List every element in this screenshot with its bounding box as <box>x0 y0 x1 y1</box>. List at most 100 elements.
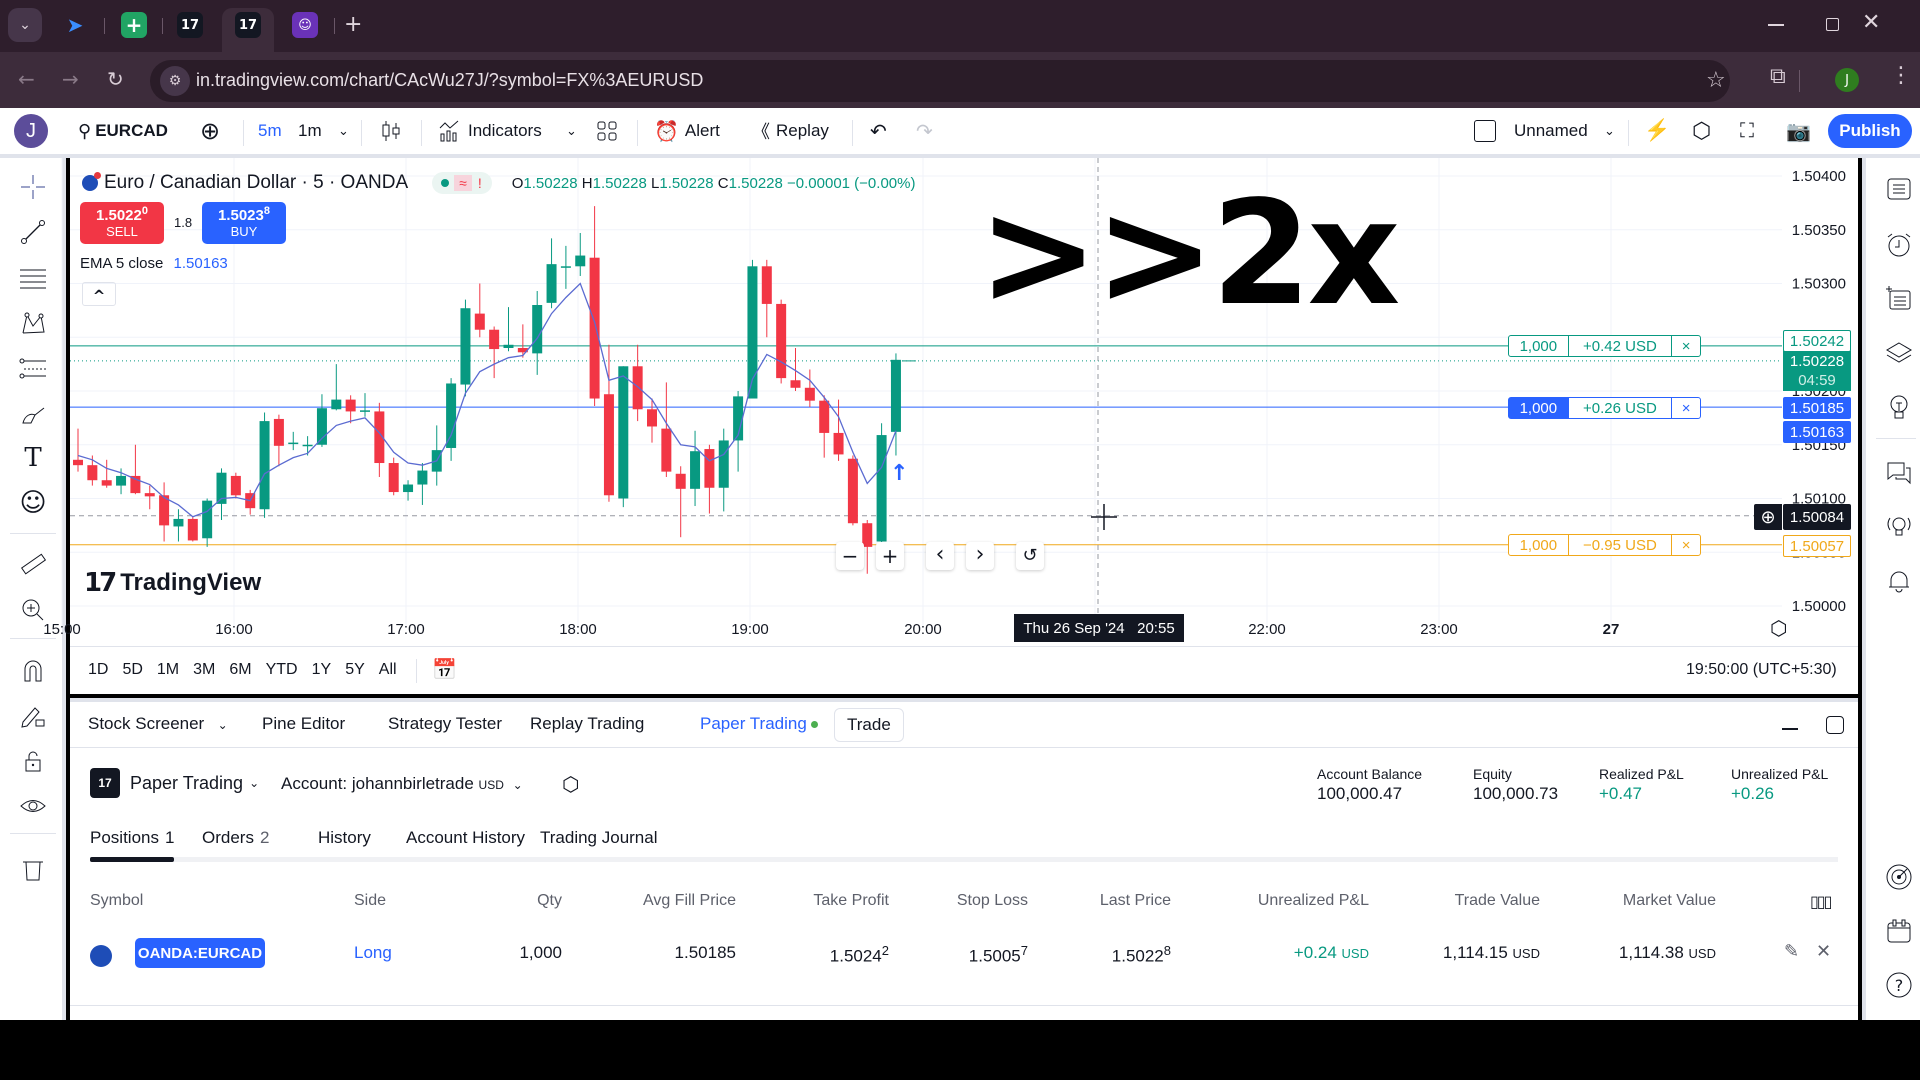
column-header-symbol[interactable]: Symbol <box>90 892 143 910</box>
stop-loss-order-line[interactable]: 1,000 −0.95 USD × <box>1508 534 1701 556</box>
zoom-out-button[interactable]: − <box>836 542 864 570</box>
column-header-trade-value[interactable]: Trade Value <box>1455 892 1540 910</box>
tradingview-watermark[interactable]: 17 TradingView <box>84 568 261 598</box>
tab-orders[interactable]: Orders 2 <box>202 828 269 848</box>
column-header-take-profit[interactable]: Take Profit <box>813 892 889 910</box>
window-restore-button[interactable] <box>1826 18 1839 31</box>
broker-selector[interactable]: 17 Paper Trading ⌄ <box>90 768 259 798</box>
alert-button[interactable]: ⏰ Alert <box>654 108 720 154</box>
layout-dropdown[interactable]: ⌄ <box>1604 108 1615 154</box>
layouts-button[interactable] <box>596 108 618 154</box>
chart-pane[interactable]: 1.504001.503501.503001.502501.502001.501… <box>43 158 1858 694</box>
interval-1m-button[interactable]: 1m <box>298 108 322 154</box>
go-to-date-button[interactable]: 📅 <box>432 657 457 681</box>
range-5y[interactable]: 5Y <box>345 661 365 679</box>
bottom-tab-stock-screener[interactable]: Stock Screener ⌄ <box>88 714 228 734</box>
indicators-dropdown[interactable]: ⌄ <box>566 108 577 154</box>
object-tree-button[interactable] <box>1882 282 1916 316</box>
browser-tab-1[interactable]: ➤ <box>62 12 88 38</box>
bottom-tab-replay-trading[interactable]: Replay Trading <box>530 714 644 734</box>
table-settings-button[interactable]: ▯▯▯ <box>1810 892 1832 911</box>
take-profit-order-line[interactable]: 1,000 +0.42 USD × <box>1508 335 1701 357</box>
scroll-right-button[interactable]: › <box>966 542 994 570</box>
timezone-clock[interactable]: 19:50:00 (UTC+5:30) <box>1686 661 1837 679</box>
bottom-tab-strategy-tester[interactable]: Strategy Tester <box>388 714 502 734</box>
edit-position-button[interactable]: ✎ <box>1784 941 1799 962</box>
tab-account-history[interactable]: Account History <box>406 828 525 848</box>
remove-drawings-tool[interactable] <box>16 852 50 886</box>
range-6m[interactable]: 6M <box>229 661 251 679</box>
column-header-unrealized-p-l[interactable]: Unrealized P&L <box>1258 892 1369 910</box>
bottom-tab-trade[interactable]: Trade <box>834 708 904 742</box>
browser-tab-2[interactable]: + <box>121 12 147 38</box>
reset-chart-button[interactable]: ↺ <box>1016 542 1044 570</box>
indicators-button[interactable]: Indicators <box>438 108 542 154</box>
bottom-tab-paper-trading[interactable]: Paper Trading <box>700 714 818 734</box>
trend-line-tool[interactable] <box>16 215 50 249</box>
extensions-icon[interactable]: ⧉ <box>1770 66 1786 88</box>
ideas-button[interactable] <box>1882 390 1916 424</box>
close-icon[interactable]: × <box>1672 398 1700 418</box>
new-tab-button[interactable]: + <box>344 12 362 37</box>
range-ytd[interactable]: YTD <box>266 661 298 679</box>
range-5d[interactable]: 5D <box>122 661 142 679</box>
range-1m[interactable]: 1M <box>157 661 179 679</box>
ema-legend[interactable]: EMA 5 close 1.50163 <box>80 255 228 272</box>
position-line[interactable]: 1,000 +0.26 USD × <box>1508 397 1701 419</box>
range-3m[interactable]: 3M <box>193 661 215 679</box>
layout-name-button[interactable]: Unnamed <box>1474 108 1588 154</box>
symbol-search-button[interactable]: ⚲ EURCAD <box>78 108 168 154</box>
notifications-button[interactable] <box>1882 564 1916 598</box>
browser-tab-3[interactable]: 17 <box>177 12 203 38</box>
fullscreen-button[interactable]: ⛶ <box>1740 108 1754 154</box>
calendar-button[interactable] <box>1882 914 1916 948</box>
range-all[interactable]: All <box>379 661 397 679</box>
pattern-tool[interactable] <box>16 306 50 340</box>
snapshot-button[interactable]: 📷 <box>1786 108 1811 154</box>
column-header-stop-loss[interactable]: Stop Loss <box>957 892 1028 910</box>
close-position-button[interactable]: ✕ <box>1816 941 1831 962</box>
redo-button[interactable]: ↷ <box>916 108 933 154</box>
ruler-tool[interactable] <box>16 548 50 582</box>
address-bar[interactable]: ⚙ in.tradingview.com/chart/CAcWu27J/?sym… <box>150 60 1730 102</box>
hide-drawings-tool[interactable] <box>16 789 50 823</box>
window-minimize-button[interactable] <box>1768 24 1784 26</box>
account-settings-button[interactable]: ⬡ <box>562 772 579 796</box>
column-header-market-value[interactable]: Market Value <box>1623 892 1716 910</box>
magnet-tool[interactable] <box>16 654 50 688</box>
watchlist-button[interactable] <box>1882 172 1916 206</box>
symbol-legend[interactable]: Euro / Canadian Dollar · 5 · OANDA ≈ ! O… <box>82 172 915 194</box>
text-tool[interactable]: T <box>16 441 50 475</box>
layers-button[interactable] <box>1882 336 1916 370</box>
tab-trading-journal[interactable]: Trading Journal <box>540 828 658 848</box>
chats-button[interactable] <box>1882 456 1916 490</box>
scroll-left-button[interactable]: ‹ <box>926 542 954 570</box>
tab-search-button[interactable]: ⌄ <box>8 8 42 42</box>
symbol-badge[interactable]: OANDA:EURCAD <box>135 938 265 968</box>
column-header-side[interactable]: Side <box>354 892 386 910</box>
alerts-button[interactable] <box>1882 228 1916 262</box>
legend-collapse-button[interactable]: ^ <box>82 282 116 306</box>
profile-avatar[interactable]: J <box>1835 68 1859 92</box>
account-selector[interactable]: Account: johannbirletrade USD ⌄ <box>281 774 523 794</box>
bookmark-star-icon[interactable]: ☆ <box>1706 68 1726 93</box>
minimize-panel-button[interactable] <box>1782 728 1798 730</box>
column-header-avg-fill-price[interactable]: Avg Fill Price <box>643 892 736 910</box>
tab-history[interactable]: History <box>318 828 371 848</box>
interval-5m-button[interactable]: 5m <box>258 108 282 154</box>
browser-tab-4[interactable]: 17 <box>235 12 261 38</box>
range-1y[interactable]: 1Y <box>312 661 332 679</box>
quick-search-button[interactable]: ⚡ <box>1644 108 1670 154</box>
bottom-tab-pine-editor[interactable]: Pine Editor <box>262 714 345 734</box>
window-close-button[interactable]: ✕ <box>1862 10 1880 35</box>
market-status[interactable]: ≈ ! <box>432 172 492 194</box>
forward-button[interactable]: → <box>62 69 79 89</box>
column-header-qty[interactable]: Qty <box>537 892 562 910</box>
browser-tab-5[interactable]: ☺ <box>292 12 318 38</box>
back-button[interactable]: ← <box>18 69 35 89</box>
time-axis-settings-button[interactable]: ⬡ <box>1770 616 1787 640</box>
tab-positions[interactable]: Positions 1 <box>90 828 174 848</box>
chart-type-button[interactable] <box>380 108 402 154</box>
interval-dropdown[interactable]: ⌄ <box>338 108 349 154</box>
replay-button[interactable]: 《 Replay <box>752 108 829 154</box>
